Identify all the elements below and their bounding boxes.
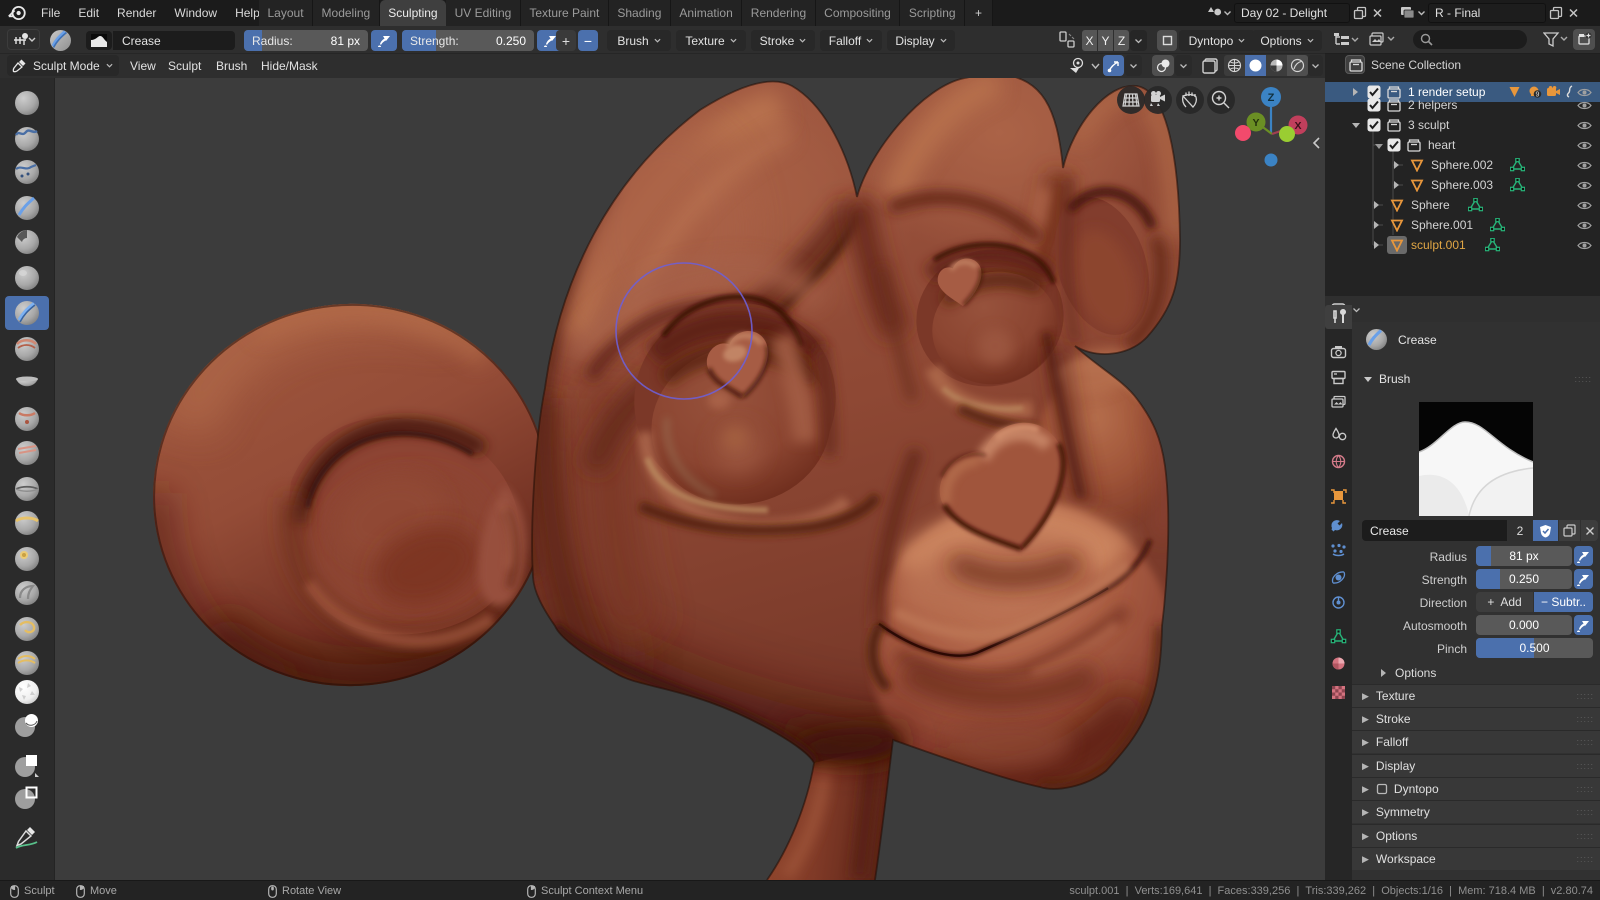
svg-text:X: X [1294,120,1301,132]
svg-text:Y: Y [1252,117,1259,129]
svg-text:Z: Z [1268,92,1275,104]
